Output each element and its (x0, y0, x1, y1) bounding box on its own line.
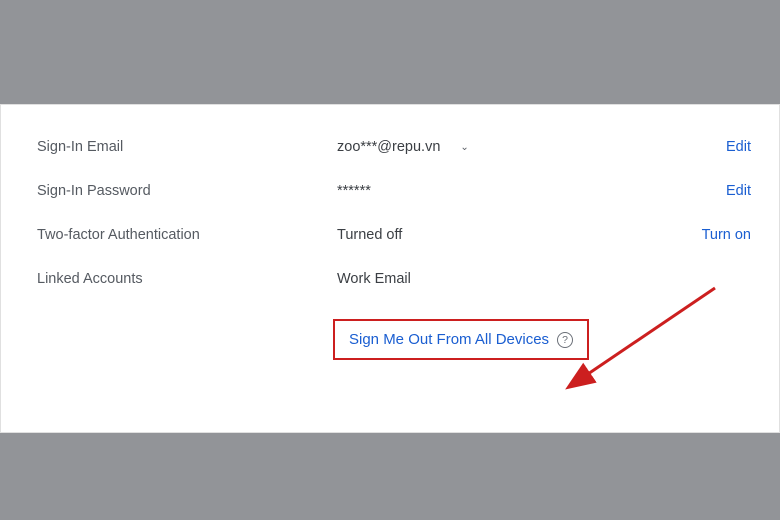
help-icon[interactable]: ? (557, 332, 573, 348)
password-masked-value: ****** (337, 183, 371, 199)
value-signin-password: ****** (337, 183, 661, 199)
linked-account-value: Work Email (337, 271, 411, 287)
value-two-factor: Turned off (337, 227, 661, 243)
row-signin-password: Sign-In Password ****** Edit (37, 169, 751, 213)
label-linked-accounts: Linked Accounts (37, 271, 337, 287)
value-linked-accounts: Work Email (337, 271, 661, 287)
label-signin-email: Sign-In Email (37, 139, 337, 155)
row-signin-email: Sign-In Email zoo***@repu.vn ⌄ Edit (37, 125, 751, 169)
turn-on-two-factor-link[interactable]: Turn on (702, 227, 751, 243)
settings-panel: Sign-In Email zoo***@repu.vn ⌄ Edit Sign… (0, 104, 780, 433)
value-signin-email: zoo***@repu.vn ⌄ (337, 139, 661, 155)
edit-email-link[interactable]: Edit (726, 139, 751, 155)
label-signin-password: Sign-In Password (37, 183, 337, 199)
email-value: zoo***@repu.vn (337, 139, 440, 155)
signout-all-devices-box: Sign Me Out From All Devices ? (333, 319, 589, 360)
label-two-factor: Two-factor Authentication (37, 227, 337, 243)
expand-email-icon[interactable]: ⌄ (460, 142, 468, 153)
edit-password-link[interactable]: Edit (726, 183, 751, 199)
row-linked-accounts: Linked Accounts Work Email (37, 257, 751, 301)
row-two-factor: Two-factor Authentication Turned off Tur… (37, 213, 751, 257)
signout-all-devices-link[interactable]: Sign Me Out From All Devices (349, 331, 549, 348)
two-factor-status: Turned off (337, 227, 402, 243)
